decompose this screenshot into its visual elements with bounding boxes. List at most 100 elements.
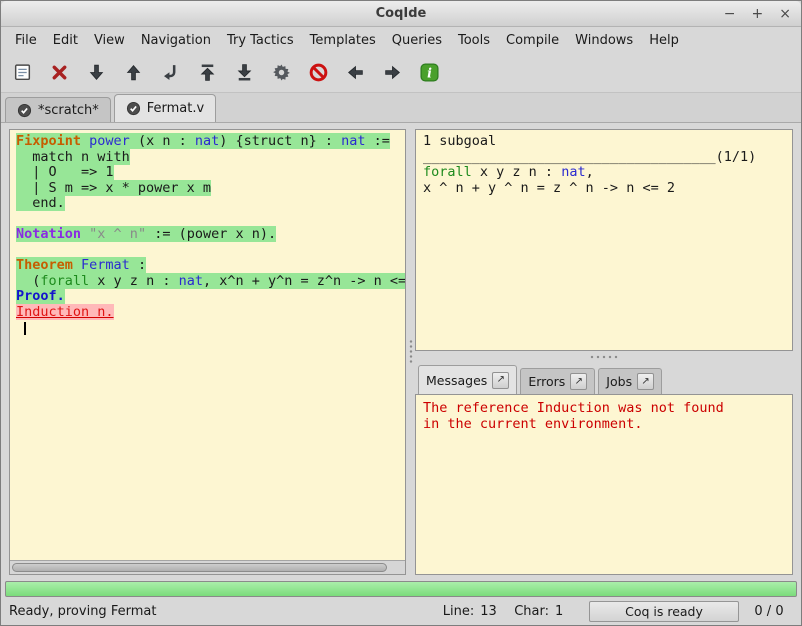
script-editor[interactable]: Fixpoint power (x n : nat) {struct n} : …	[10, 130, 405, 560]
statusbar: Ready, proving Fermat Line: 13 Char: 1 C…	[1, 598, 801, 625]
code-line: 1 subgoal	[423, 134, 785, 150]
code-line: Induction n.	[16, 305, 399, 321]
jobs-counter: 0 / 0	[745, 604, 793, 619]
detach-icon[interactable]: ↗	[637, 373, 654, 390]
console-pane: Messages ↗ Errors ↗ Jobs ↗ The reference Indu…	[415, 363, 793, 575]
menu-try-tactics[interactable]: Try Tactics	[219, 30, 302, 51]
console-tab-label: Messages	[426, 373, 487, 388]
code-line	[16, 243, 399, 259]
close-button[interactable]	[46, 60, 72, 86]
menu-queries[interactable]: Queries	[384, 30, 450, 51]
go-to-start-button[interactable]	[194, 60, 220, 86]
coq-state-indicator: Coq is ready	[589, 601, 739, 622]
saved-check-icon	[17, 103, 32, 118]
about-button[interactable]: i	[416, 60, 442, 86]
right-column: 1 subgoal_______________________________…	[415, 129, 793, 575]
code-line: match n with	[16, 150, 399, 166]
console-tab-jobs[interactable]: Jobs ↗	[598, 368, 662, 394]
settings-button[interactable]	[268, 60, 294, 86]
toolbar: i	[1, 53, 801, 93]
step-backward-button[interactable]	[120, 60, 146, 86]
menubar: FileEditViewNavigationTry TacticsTemplat…	[1, 27, 801, 53]
detach-icon[interactable]: ↗	[570, 373, 587, 390]
scrollbar-thumb[interactable]	[12, 563, 387, 572]
menu-edit[interactable]: Edit	[45, 30, 86, 51]
menu-tools[interactable]: Tools	[450, 30, 498, 51]
splitter-grip-icon	[589, 355, 619, 359]
coqide-window: CoqIde −+× FileEditViewNavigationTry Tac…	[0, 0, 802, 626]
menu-navigation[interactable]: Navigation	[133, 30, 219, 51]
interrupt-icon	[308, 62, 329, 83]
code-line: (forall x y z n : nat, x^n + y^n = z^n -…	[16, 274, 399, 290]
menu-compile[interactable]: Compile	[498, 30, 567, 51]
previous-button[interactable]	[342, 60, 368, 86]
code-line: ____________________________________(1/1…	[423, 150, 785, 166]
goto-cursor-icon	[160, 62, 181, 83]
script-pane: Fixpoint power (x n : nat) {struct n} : …	[9, 129, 406, 575]
new-buffer-button[interactable]	[9, 60, 35, 86]
char-label: Char:	[514, 604, 549, 619]
go-to-end-button[interactable]	[231, 60, 257, 86]
close-button[interactable]: ×	[779, 7, 791, 21]
settings-icon	[271, 62, 292, 83]
line-value: 13	[480, 604, 498, 619]
code-line: | S m => x * power x m	[16, 181, 399, 197]
code-line: x ^ n + y ^ n = z ^ n -> n <= 2	[423, 181, 785, 197]
titlebar[interactable]: CoqIde −+×	[1, 1, 801, 27]
window-controls: − + ×	[724, 1, 791, 27]
menu-view[interactable]: View	[86, 30, 133, 51]
menu-help[interactable]: Help	[641, 30, 687, 51]
code-line: Proof.	[16, 289, 399, 305]
next-icon	[382, 62, 403, 83]
tab-label: *scratch*	[38, 103, 99, 118]
vertical-splitter[interactable]	[406, 129, 415, 575]
splitter-grip-icon	[409, 339, 413, 365]
console-tab-errors[interactable]: Errors ↗	[520, 368, 595, 394]
menu-file[interactable]: File	[7, 30, 45, 51]
tab-fermat-v[interactable]: Fermat.v	[114, 94, 216, 122]
code-line: The reference Induction was not found	[423, 400, 785, 416]
char-value: 1	[555, 604, 573, 619]
editor-tabbar: *scratch* Fermat.v	[1, 93, 801, 123]
menu-templates[interactable]: Templates	[302, 30, 384, 51]
new-buffer-icon	[12, 62, 33, 83]
code-line: in the current environment.	[423, 416, 785, 432]
tab--scratch-[interactable]: *scratch*	[5, 97, 111, 122]
menu-windows[interactable]: Windows	[567, 30, 641, 51]
status-text: Ready, proving Fermat	[9, 604, 156, 619]
next-button[interactable]	[379, 60, 405, 86]
svg-text:i: i	[427, 65, 432, 80]
code-line: Notation "x ^ n" := (power x n).	[16, 227, 399, 243]
console-tab-label: Errors	[528, 374, 565, 389]
step-forward-button[interactable]	[83, 60, 109, 86]
code-line	[16, 320, 399, 336]
line-label: Line:	[443, 604, 474, 619]
step-forward-icon	[86, 62, 107, 83]
main-area: Fixpoint power (x n : nat) {struct n} : …	[1, 123, 801, 579]
go-to-end-icon	[234, 62, 255, 83]
about-icon: i	[419, 62, 440, 83]
goto-cursor-button[interactable]	[157, 60, 183, 86]
console-tab-messages[interactable]: Messages ↗	[418, 365, 517, 394]
detach-icon[interactable]: ↗	[492, 372, 509, 389]
coq-state-text: Coq is ready	[625, 604, 703, 619]
code-line	[16, 212, 399, 228]
maximize-button[interactable]: +	[752, 7, 764, 21]
previous-icon	[345, 62, 366, 83]
interrupt-button[interactable]	[305, 60, 331, 86]
horizontal-scrollbar[interactable]	[10, 560, 405, 574]
minimize-button[interactable]: −	[724, 7, 736, 21]
code-line: Fixpoint power (x n : nat) {struct n} : …	[16, 134, 399, 150]
console-tab-label: Jobs	[606, 374, 632, 389]
code-line: | O => 1	[16, 165, 399, 181]
console-tabbar: Messages ↗ Errors ↗ Jobs ↗	[415, 363, 793, 394]
code-line: end.	[16, 196, 399, 212]
tab-label: Fermat.v	[147, 101, 204, 116]
text-caret	[24, 322, 26, 335]
horizontal-splitter[interactable]	[415, 351, 793, 363]
messages-view: The reference Induction was not foundin …	[415, 394, 793, 575]
close-icon	[49, 62, 70, 83]
saved-check-icon	[126, 101, 141, 116]
goal-pane: 1 subgoal_______________________________…	[415, 129, 793, 351]
code-line: Theorem Fermat :	[16, 258, 399, 274]
